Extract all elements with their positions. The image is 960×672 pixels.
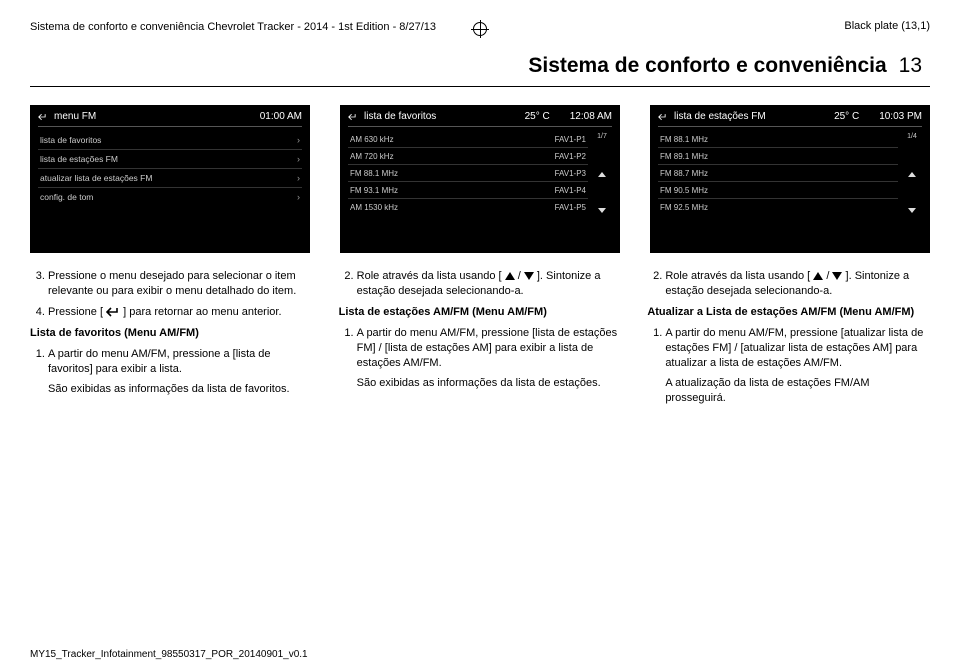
scroll-up-icon[interactable] (908, 172, 916, 177)
back-icon[interactable] (38, 112, 48, 122)
row-label: FM 88.1 MHz (660, 135, 708, 144)
step-text: Role através da lista usando [ (357, 270, 502, 282)
page-title: Sistema de conforto e conveniência (528, 54, 886, 78)
screenshot-menu-fm: menu FM 01:00 AM lista de favoritos › lis… (30, 105, 310, 253)
row-right: FAV1-P3 (555, 169, 586, 178)
body-paragraph: São exibidas as informações da lista de … (48, 382, 313, 397)
row-left: FM 93.1 MHz (350, 186, 398, 195)
back-icon[interactable] (658, 112, 668, 122)
step-text: Role através da lista usando [ (665, 270, 810, 282)
screen2-title: lista de favoritos (364, 111, 436, 122)
row-left: FM 88.1 MHz (350, 169, 398, 178)
body-text-columns: Pressione o menu desejado para seleciona… (30, 269, 930, 406)
screen2-temp: 25° C (525, 111, 550, 122)
row-right: FAV1-P2 (555, 152, 586, 161)
screenshot-favorites: lista de favoritos 25° C 12:08 AM AM 630… (340, 105, 620, 253)
back-icon[interactable] (348, 112, 358, 122)
title-divider (30, 86, 930, 87)
chevron-right-icon: › (297, 154, 300, 164)
crop-mark-icon (473, 22, 487, 36)
triangle-up-icon (813, 272, 823, 280)
list-item-label: lista de estações FM (40, 154, 118, 164)
triangle-up-icon (505, 272, 515, 280)
step-2: Role através da lista usando [ / ]. Sint… (357, 269, 622, 299)
subhead-favorites: Lista de favoritos (Menu AM/FM) (30, 326, 313, 341)
list-item[interactable]: AM 720 kHz FAV1-P2 (348, 148, 588, 165)
list-item-label: config. de tom (40, 192, 93, 202)
step-text: Pressione [ (48, 306, 103, 318)
screen3-header: lista de estações FM 25° C 10:03 PM (658, 111, 922, 127)
header-right-text: Black plate (13,1) (844, 20, 930, 32)
scroll-down-icon[interactable] (908, 208, 916, 213)
chevron-right-icon: › (297, 192, 300, 202)
page-counter: 1/7 (597, 133, 607, 140)
step-4: Pressione [ ] para retornar ao menu ante… (48, 305, 313, 320)
step-3: Pressione o menu desejado para seleciona… (48, 269, 313, 299)
subhead-stations: Lista de estações AM/FM (Menu AM/FM) (339, 305, 622, 320)
page-number: 13 (899, 54, 922, 78)
list-item[interactable]: FM 89.1 MHz (658, 148, 898, 165)
list-item[interactable]: FM 88.1 MHz (658, 131, 898, 148)
list-item-label: atualizar lista de estações FM (40, 173, 152, 183)
row-left: AM 630 kHz (350, 135, 394, 144)
list-item[interactable]: config. de tom › (38, 188, 302, 206)
step-1: A partir do menu AM/FM, pressione a [lis… (48, 347, 313, 377)
triangle-down-icon (524, 272, 534, 280)
header-left-text: Sistema de conforto e conveniência Chevr… (30, 20, 436, 34)
footer-text: MY15_Tracker_Infotainment_98550317_POR_2… (30, 649, 308, 660)
page-counter: 1/4 (907, 133, 917, 140)
screen1-header: menu FM 01:00 AM (38, 111, 302, 127)
list-item[interactable]: FM 88.7 MHz (658, 165, 898, 182)
body-paragraph: A atualização da lista de estações FM/AM… (665, 376, 930, 406)
page-header: Sistema de conforto e conveniência Chevr… (30, 20, 930, 34)
screen1-time: 01:00 AM (260, 111, 302, 122)
row-label: FM 90.5 MHz (660, 186, 708, 195)
row-right: FAV1-P1 (555, 135, 586, 144)
chevron-right-icon: › (297, 173, 300, 183)
return-icon (106, 307, 120, 317)
step-1: A partir do menu AM/FM, pressione [atual… (665, 326, 930, 371)
scroll-down-icon[interactable] (598, 208, 606, 213)
page-title-row: Sistema de conforto e conveniência 13 (30, 54, 930, 78)
chevron-right-icon: › (297, 135, 300, 145)
list-item[interactable]: AM 1530 kHz FAV1-P5 (348, 199, 588, 215)
row-right: FAV1-P5 (555, 203, 586, 212)
step-text: ] para retornar ao menu anterior. (123, 306, 281, 318)
step-1: A partir do menu AM/FM, pressione [lista… (357, 326, 622, 371)
screenshot-stations: lista de estações FM 25° C 10:03 PM FM 8… (650, 105, 930, 253)
screen3-time: 10:03 PM (879, 111, 922, 122)
row-right: FAV1-P4 (555, 186, 586, 195)
list-item[interactable]: lista de estações FM › (38, 150, 302, 169)
row-label: FM 92.5 MHz (660, 203, 708, 212)
row-left: AM 720 kHz (350, 152, 394, 161)
screenshots-row: menu FM 01:00 AM lista de favoritos › lis… (30, 105, 930, 253)
list-item[interactable]: FM 90.5 MHz (658, 182, 898, 199)
list-item[interactable]: AM 630 kHz FAV1-P1 (348, 131, 588, 148)
list-item-label: lista de favoritos (40, 135, 101, 145)
list-item[interactable]: lista de favoritos › (38, 131, 302, 150)
screen2-header: lista de favoritos 25° C 12:08 AM (348, 111, 612, 127)
body-paragraph: São exibidas as informações da lista de … (357, 376, 622, 391)
row-left: AM 1530 kHz (350, 203, 398, 212)
subhead-update: Atualizar a Lista de estações AM/FM (Men… (647, 305, 930, 320)
list-item[interactable]: FM 92.5 MHz (658, 199, 898, 215)
row-label: FM 88.7 MHz (660, 169, 708, 178)
triangle-down-icon (832, 272, 842, 280)
row-label: FM 89.1 MHz (660, 152, 708, 161)
screen3-title: lista de estações FM (674, 111, 766, 122)
step-2: Role através da lista usando [ / ]. Sint… (665, 269, 930, 299)
scroll-up-icon[interactable] (598, 172, 606, 177)
screen1-title: menu FM (54, 111, 96, 122)
list-item[interactable]: atualizar lista de estações FM › (38, 169, 302, 188)
screen3-temp: 25° C (834, 111, 859, 122)
screen2-time: 12:08 AM (570, 111, 612, 122)
list-item[interactable]: FM 93.1 MHz FAV1-P4 (348, 182, 588, 199)
list-item[interactable]: FM 88.1 MHz FAV1-P3 (348, 165, 588, 182)
